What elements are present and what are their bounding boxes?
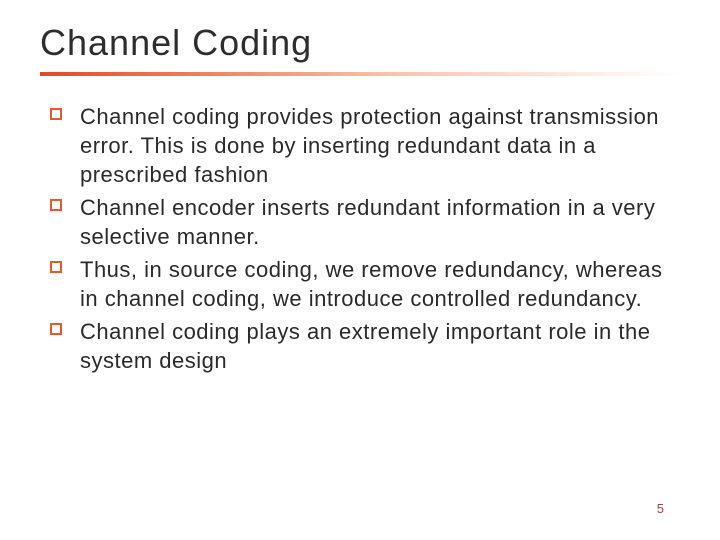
page-number: 5 [657, 501, 664, 516]
bullet-text: Channel encoder inserts redundant inform… [80, 195, 655, 249]
list-item: Channel coding plays an extremely import… [46, 317, 674, 375]
bullet-text: Thus, in source coding, we remove redund… [80, 257, 663, 311]
slide: Channel Coding Channel coding provides p… [0, 0, 720, 540]
list-item: Channel encoder inserts redundant inform… [46, 193, 674, 251]
list-item: Thus, in source coding, we remove redund… [46, 255, 674, 313]
title-underline [40, 72, 680, 76]
bullet-text: Channel coding plays an extremely import… [80, 319, 650, 373]
bullet-text: Channel coding provides protection again… [80, 104, 659, 187]
square-bullet-icon [50, 261, 62, 273]
slide-title: Channel Coding [40, 22, 680, 64]
list-item: Channel coding provides protection again… [46, 102, 674, 189]
bullet-list: Channel coding provides protection again… [40, 102, 680, 375]
square-bullet-icon [50, 108, 62, 120]
square-bullet-icon [50, 199, 62, 211]
square-bullet-icon [50, 323, 62, 335]
